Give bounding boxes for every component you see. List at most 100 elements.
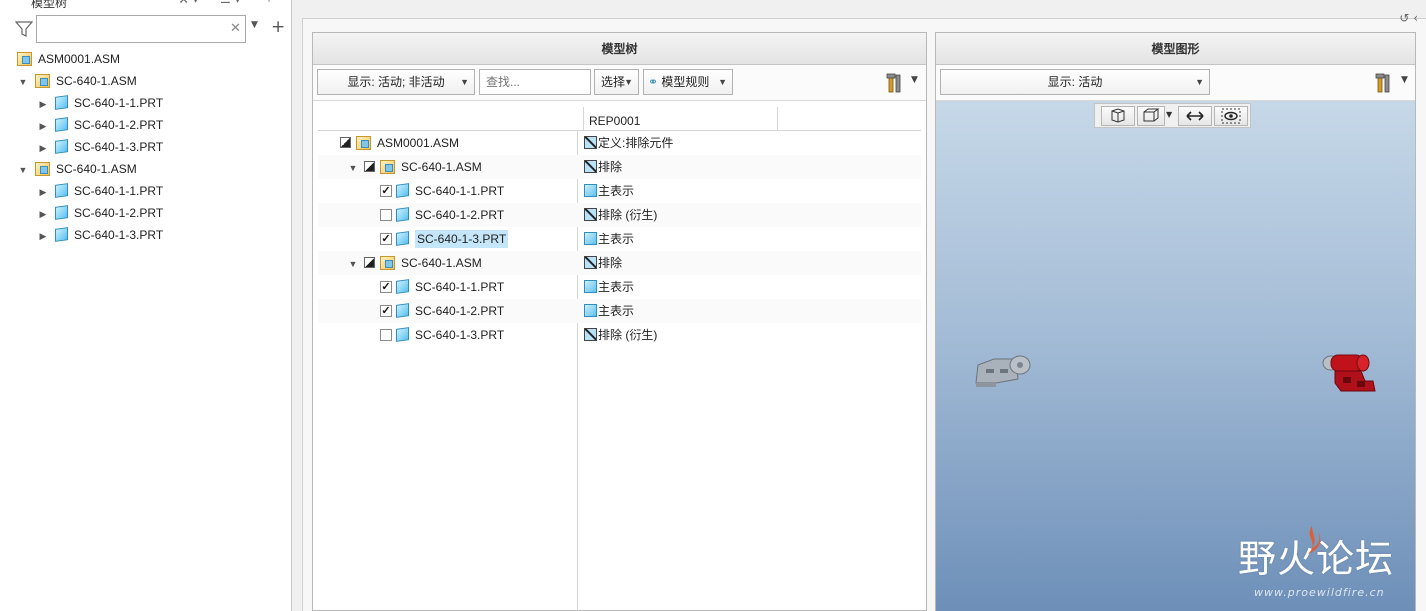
row-name-label: SC-640-1.ASM <box>401 256 482 270</box>
view-toolbar: ▼ <box>1094 103 1251 128</box>
graphics-display-label: 显示: 活动 <box>1047 75 1103 89</box>
graphics-display-dropdown[interactable]: 显示: 活动 ▼ <box>940 69 1210 95</box>
pan-zoom-button[interactable] <box>1178 106 1212 126</box>
collapse-arrow-icon[interactable]: ▼ <box>17 159 29 181</box>
named-view-dropdown-icon[interactable]: ▼ <box>1166 110 1172 119</box>
row-rep-label: 主表示 <box>598 184 635 198</box>
collapse-arrow-icon[interactable]: ▼ <box>346 252 360 276</box>
left-tree-item[interactable]: ▶ SC-640-1-3.PRT <box>37 224 163 246</box>
refit-view-button[interactable] <box>1101 106 1135 126</box>
model-graphics-panel-title: 模型图形 <box>936 33 1415 65</box>
part-icon <box>55 95 68 111</box>
row-name-cell: SC-640-1-2.PRT <box>380 203 504 227</box>
settings-tools-icon[interactable]: ⚒ ▾ <box>178 0 199 6</box>
named-view-button[interactable] <box>1137 106 1165 126</box>
expand-arrow-icon[interactable]: ▶ <box>37 137 49 159</box>
row-rep-cell[interactable]: 主表示 <box>584 275 634 299</box>
checked-checkbox[interactable]: ✓ <box>380 184 392 197</box>
part-icon <box>396 327 409 343</box>
row-rep-label: 主表示 <box>598 280 635 294</box>
model-tree-row[interactable]: ▼ SC-640-1.ASM 排除 <box>318 251 921 275</box>
select-dropdown[interactable]: 选择 ▼ <box>594 69 639 95</box>
row-rep-cell[interactable]: 排除 <box>584 155 622 179</box>
left-tree-item-label: SC-640-1-3.PRT <box>74 228 164 242</box>
row-name-cell: ✓ SC-640-1-1.PRT <box>380 275 504 299</box>
show-hide-icon[interactable]: ⁘ <box>264 0 274 6</box>
add-filter-icon[interactable]: + <box>271 17 285 37</box>
excluded-part-model[interactable] <box>974 349 1032 389</box>
column-header-rep0001[interactable]: REP0001 <box>583 107 778 131</box>
expand-arrow-icon[interactable]: ▶ <box>37 225 49 247</box>
left-tree-item[interactable]: ASM0001.ASM <box>17 48 120 70</box>
columns-icon[interactable]: ☰ ▾ <box>220 0 241 6</box>
partial-state-checkbox[interactable] <box>340 137 351 149</box>
active-part-model[interactable] <box>1321 351 1379 395</box>
model-tree-row[interactable]: ✓ SC-640-1-3.PRT 主表示 <box>318 227 921 251</box>
row-rep-cell[interactable]: 排除 (衍生) <box>584 203 657 227</box>
row-name-cell: SC-640-1-3.PRT <box>380 323 504 347</box>
expand-arrow-icon[interactable]: ▶ <box>37 203 49 225</box>
part-icon <box>396 279 409 295</box>
checked-checkbox[interactable]: ✓ <box>380 304 392 317</box>
left-tree-item-label: SC-640-1-2.PRT <box>74 206 164 220</box>
left-tree-item[interactable]: ▶ SC-640-1-2.PRT <box>37 114 163 136</box>
expand-arrow-icon[interactable]: ▶ <box>37 115 49 137</box>
collapse-arrow-icon[interactable]: ▼ <box>346 156 360 180</box>
partial-state-checkbox[interactable] <box>364 161 375 173</box>
visibility-button[interactable] <box>1214 106 1248 126</box>
left-tree-item[interactable]: ▼ SC-640-1.ASM <box>17 158 137 180</box>
row-rep-cell[interactable]: 主表示 <box>584 227 634 251</box>
left-tree-item[interactable]: ▼ SC-640-1.ASM <box>17 70 137 92</box>
collapse-arrow-icon[interactable]: ▼ <box>17 71 29 93</box>
left-tree-item[interactable]: ▶ SC-640-1-1.PRT <box>37 92 163 114</box>
model-tree-row[interactable]: ASM0001.ASM 定义:排除元件 <box>318 131 921 155</box>
model-tree-row[interactable]: SC-640-1-3.PRT 排除 (衍生) <box>318 323 921 347</box>
left-tree-item-label: SC-640-1-1.PRT <box>74 184 164 198</box>
left-tree-item[interactable]: ▶ SC-640-1-1.PRT <box>37 180 163 202</box>
row-name-cell: ASM0001.ASM <box>340 131 459 155</box>
row-rep-cell[interactable]: 排除 <box>584 251 622 275</box>
model-tree-row[interactable]: ✓ SC-640-1-2.PRT 主表示 <box>318 299 921 323</box>
model-tree-row[interactable]: ▼ SC-640-1.ASM 排除 <box>318 155 921 179</box>
master-rep-icon <box>584 304 597 318</box>
left-tree-item[interactable]: ▶ SC-640-1-3.PRT <box>37 136 163 158</box>
double-arrow-icon <box>1186 111 1204 121</box>
assembly-icon <box>380 159 395 174</box>
row-name-cell: ✓ SC-640-1-1.PRT <box>380 179 504 203</box>
model-tree-row[interactable]: ✓ SC-640-1-1.PRT 主表示 <box>318 179 921 203</box>
graphics-tools-icon[interactable] <box>1375 73 1393 93</box>
left-model-tree-pane: 模型树 ⚒ ▾ ☰ ▾ ⁘ ✕ ▼ + ASM0001.ASM ▼ SC-640-1… <box>0 0 292 611</box>
left-tree-item[interactable]: ▶ SC-640-1-2.PRT <box>37 202 163 224</box>
named-view-icon <box>1143 108 1160 122</box>
model-tree-row[interactable]: ✓ SC-640-1-1.PRT 主表示 <box>318 275 921 299</box>
filter-icon[interactable] <box>15 21 33 37</box>
row-rep-cell[interactable]: 定义:排除元件 <box>584 131 673 155</box>
expand-arrow-icon[interactable]: ▶ <box>37 93 49 115</box>
display-dropdown[interactable]: 显示: 活动; 非活动 ▼ <box>317 69 475 95</box>
window-controls-icon[interactable]: ↺ ‹ <box>1399 11 1418 25</box>
unchecked-checkbox[interactable] <box>380 328 392 341</box>
model-rules-dropdown[interactable]: ⚭ 模型规则 ▼ <box>643 69 733 95</box>
select-dropdown-label: 选择 <box>601 75 626 89</box>
display-dropdown-label: 显示: 活动; 非活动 <box>347 75 445 89</box>
tools-settings-icon[interactable] <box>886 73 904 93</box>
expand-arrow-icon[interactable]: ▶ <box>37 181 49 203</box>
tools-dropdown-icon[interactable]: ▼ <box>911 75 918 85</box>
row-rep-cell[interactable]: 主表示 <box>584 299 634 323</box>
assembly-icon <box>356 135 371 150</box>
row-rep-cell[interactable]: 排除 (衍生) <box>584 323 657 347</box>
checked-checkbox[interactable]: ✓ <box>380 280 392 293</box>
checked-checkbox[interactable]: ✓ <box>380 232 392 245</box>
unchecked-checkbox[interactable] <box>380 208 392 221</box>
part-icon <box>55 139 68 155</box>
find-input[interactable] <box>479 69 591 95</box>
filter-dropdown-icon[interactable]: ▼ <box>251 20 258 30</box>
partial-state-checkbox[interactable] <box>364 257 375 269</box>
model-tree-row[interactable]: SC-640-1-2.PRT 排除 (衍生) <box>318 203 921 227</box>
filter-input[interactable] <box>36 15 246 43</box>
graphics-tools-dropdown-icon[interactable]: ▼ <box>1401 75 1408 85</box>
excluded-rep-icon <box>584 136 597 150</box>
clear-filter-icon[interactable]: ✕ <box>230 21 241 36</box>
row-rep-cell[interactable]: 主表示 <box>584 179 634 203</box>
model-tree-panel-title: 模型树 <box>313 33 926 65</box>
